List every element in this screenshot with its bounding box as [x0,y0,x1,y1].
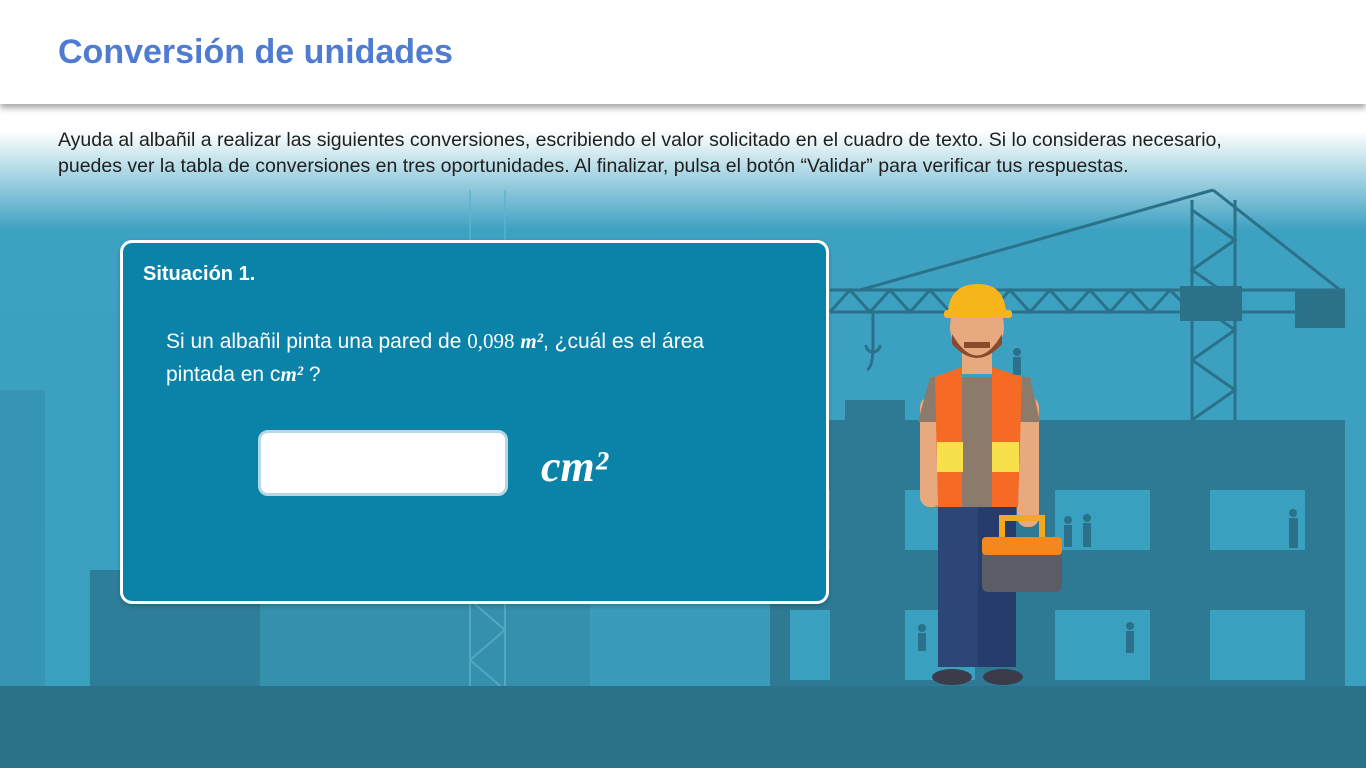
question-unit-from: m² [520,329,543,353]
situation-card: Situación 1. Si un albañil pinta una par… [120,240,829,604]
question-unit-to: m² [280,362,304,386]
answer-input[interactable] [258,430,508,496]
page-header: Conversión de unidades [0,0,1366,104]
question-value: 0,098 [467,329,515,353]
question-text: Si un albañil pinta una pared de 0,098 m… [166,325,766,391]
page-title: Conversión de unidades [58,33,453,71]
situation-title: Situación 1. [143,263,256,285]
question-part-3: ? [303,363,321,386]
construction-worker-illustration [918,284,1062,685]
question-part-1: Si un albañil pinta una pared de [166,330,468,353]
instructions-text: Ayuda al albañil a realizar las siguient… [58,129,1222,177]
answer-unit-label: cm² [541,442,608,491]
